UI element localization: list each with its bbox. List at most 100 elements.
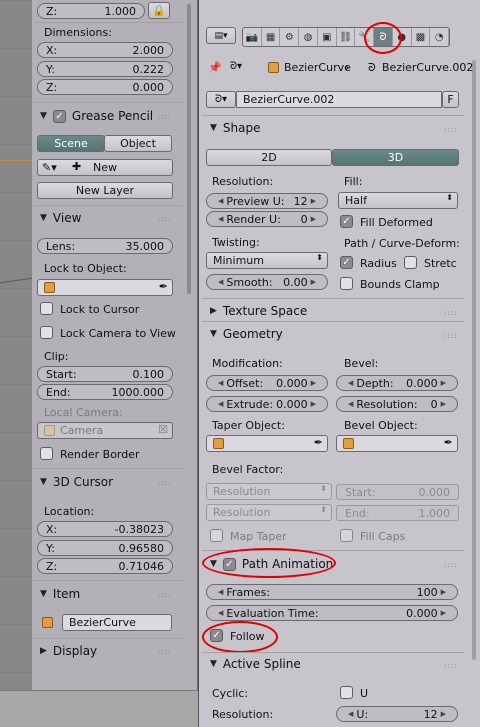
lock-camera-checkbox[interactable]: [40, 326, 53, 339]
bevel-end-field[interactable]: End: 1.000: [336, 505, 459, 521]
new-layer-button[interactable]: New Layer: [37, 182, 173, 199]
constraints-tab-icon[interactable]: ⛓: [337, 28, 356, 46]
dimension-y-field[interactable]: Y: 0.222: [37, 61, 173, 77]
increment-arrow-icon[interactable]: ▶: [441, 609, 446, 617]
lock-icon[interactable]: 🔒: [148, 2, 170, 19]
physics-tab-icon[interactable]: ◔: [430, 28, 449, 46]
decrement-arrow-icon[interactable]: ◀: [218, 379, 223, 387]
geometry-header[interactable]: ▼ Geometry: [210, 324, 283, 344]
smooth-field[interactable]: ◀ Smooth: 0.00 ▶: [206, 274, 328, 290]
cyclic-u-checkbox[interactable]: [340, 686, 353, 699]
increment-arrow-icon[interactable]: ▶: [311, 215, 316, 223]
bevel-factor-mapping-end[interactable]: Resolution ⬍: [206, 504, 332, 521]
datablock-browse-button[interactable]: ᘐ▾: [206, 91, 236, 108]
grease-scene-tab[interactable]: Scene: [37, 135, 105, 152]
breadcrumb-object[interactable]: BezierCurve: [284, 61, 351, 74]
active-spline-header[interactable]: ▼ Active Spline: [210, 654, 301, 674]
decrement-arrow-icon[interactable]: ◀: [348, 710, 353, 718]
drag-grip-icon[interactable]: ::::: [158, 591, 171, 599]
grease-pencil-checkbox[interactable]: [52, 109, 66, 123]
increment-arrow-icon[interactable]: ▶: [441, 710, 446, 718]
fill-deformed-checkbox[interactable]: [340, 215, 353, 228]
bevel-resolution-field[interactable]: ◀ Resolution: 0 ▶: [336, 396, 458, 412]
fill-caps-checkbox[interactable]: [340, 529, 353, 542]
left-scrollbar[interactable]: [184, 0, 194, 300]
drag-grip-icon[interactable]: ::::: [158, 648, 171, 656]
decrement-arrow-icon[interactable]: ◀: [218, 609, 223, 617]
depth-field[interactable]: ◀ Depth: 0.000 ▶: [336, 375, 458, 391]
fill-mode-dropdown[interactable]: Half ⬍: [338, 192, 458, 209]
view-header[interactable]: ▼ View: [40, 208, 81, 228]
decrement-arrow-icon[interactable]: ◀: [218, 215, 223, 223]
object-tab-icon[interactable]: ▣: [318, 28, 337, 46]
frames-field[interactable]: ◀ Frames: 100 ▶: [206, 584, 458, 600]
radius-checkbox[interactable]: [340, 256, 353, 269]
grease-pencil-header[interactable]: ▼ Grease Pencil: [40, 106, 153, 126]
clear-x-icon[interactable]: ☒: [158, 423, 168, 436]
right-scrollbar[interactable]: [470, 60, 478, 720]
bounds-clamp-checkbox[interactable]: [340, 277, 353, 290]
cursor-x-field[interactable]: X: -0.38023: [37, 521, 173, 537]
grease-object-tab[interactable]: Object: [104, 135, 172, 152]
cursor-y-field[interactable]: Y: 0.96580: [37, 540, 173, 556]
texture-tab-icon[interactable]: ▩: [412, 28, 431, 46]
item-name-field[interactable]: BezierCurve: [62, 614, 172, 631]
eyedropper-icon[interactable]: ✒: [159, 280, 168, 293]
bevel-factor-mapping-start[interactable]: Resolution ⬍: [206, 483, 332, 500]
stretch-checkbox[interactable]: [404, 256, 417, 269]
render-tab-icon[interactable]: 📷: [243, 28, 262, 46]
drag-grip-icon[interactable]: ::::: [158, 479, 171, 487]
drag-grip-icon[interactable]: ::::: [158, 215, 171, 223]
lock-object-field[interactable]: ✒: [37, 279, 173, 296]
3d-viewport[interactable]: [0, 0, 32, 690]
drag-grip-icon[interactable]: ::::: [444, 662, 457, 670]
item-header[interactable]: ▼ Item: [40, 584, 80, 604]
increment-arrow-icon[interactable]: ▶: [441, 588, 446, 596]
drag-grip-icon[interactable]: ::::: [444, 332, 457, 340]
shape-3d-tab[interactable]: 3D: [332, 149, 459, 166]
shape-header[interactable]: ▼ Shape: [210, 118, 261, 138]
increment-arrow-icon[interactable]: ▶: [441, 379, 446, 387]
decrement-arrow-icon[interactable]: ◀: [218, 197, 223, 205]
bevel-start-field[interactable]: Start: 0.000: [336, 484, 459, 500]
decrement-arrow-icon[interactable]: ◀: [218, 588, 223, 596]
preview-u-field[interactable]: ◀ Preview U: 12 ▶: [206, 193, 328, 209]
clip-start-field[interactable]: Start: 0.100: [37, 366, 173, 382]
render-border-checkbox[interactable]: [40, 447, 53, 460]
decrement-arrow-icon[interactable]: ◀: [218, 400, 223, 408]
eyedropper-icon[interactable]: ✒: [444, 436, 453, 449]
drag-grip-icon[interactable]: ::::: [158, 113, 171, 121]
lock-cursor-checkbox[interactable]: [40, 302, 53, 315]
breadcrumb-data[interactable]: BezierCurve.002: [382, 61, 473, 74]
spline-resolution-u-field[interactable]: ◀ U: 12 ▶: [336, 706, 458, 722]
grease-new-button[interactable]: ✎▾ ✚ New: [37, 159, 173, 176]
drag-grip-icon[interactable]: ::::: [444, 561, 457, 569]
lens-field[interactable]: Lens: 35.000: [37, 238, 173, 254]
decrement-arrow-icon[interactable]: ◀: [348, 379, 353, 387]
eyedropper-icon[interactable]: ✒: [314, 436, 323, 449]
cursor-z-field[interactable]: Z: 0.71046: [37, 558, 173, 574]
display-header[interactable]: ▶ Display: [40, 641, 97, 661]
z-top-field[interactable]: Z: 1.000: [37, 3, 145, 19]
increment-arrow-icon[interactable]: ▶: [311, 379, 316, 387]
drag-grip-icon[interactable]: ::::: [444, 126, 457, 134]
taper-object-field[interactable]: ✒: [206, 435, 328, 452]
increment-arrow-icon[interactable]: ▶: [311, 278, 316, 286]
shape-2d-tab[interactable]: 2D: [206, 149, 332, 166]
dimension-x-field[interactable]: X: 2.000: [37, 42, 173, 58]
bevel-object-field[interactable]: ✒: [336, 435, 458, 452]
drag-grip-icon[interactable]: ::::: [444, 309, 457, 317]
increment-arrow-icon[interactable]: ▶: [441, 400, 446, 408]
fake-user-button[interactable]: F: [442, 91, 459, 108]
editor-type-menu[interactable]: ▤▾: [206, 27, 236, 44]
render-u-field[interactable]: ◀ Render U: 0 ▶: [206, 211, 328, 227]
offset-field[interactable]: ◀ Offset: 0.000 ▶: [206, 375, 328, 391]
decrement-arrow-icon[interactable]: ◀: [218, 278, 223, 286]
texture-space-header[interactable]: ▶ Texture Space: [210, 301, 307, 321]
increment-arrow-icon[interactable]: ▶: [311, 400, 316, 408]
world-tab-icon[interactable]: ◍: [299, 28, 318, 46]
increment-arrow-icon[interactable]: ▶: [311, 197, 316, 205]
3d-cursor-header[interactable]: ▼ 3D Cursor: [40, 472, 113, 492]
dimension-z-field[interactable]: Z: 0.000: [37, 79, 173, 95]
scene-tab-icon[interactable]: ⚙: [280, 28, 300, 46]
